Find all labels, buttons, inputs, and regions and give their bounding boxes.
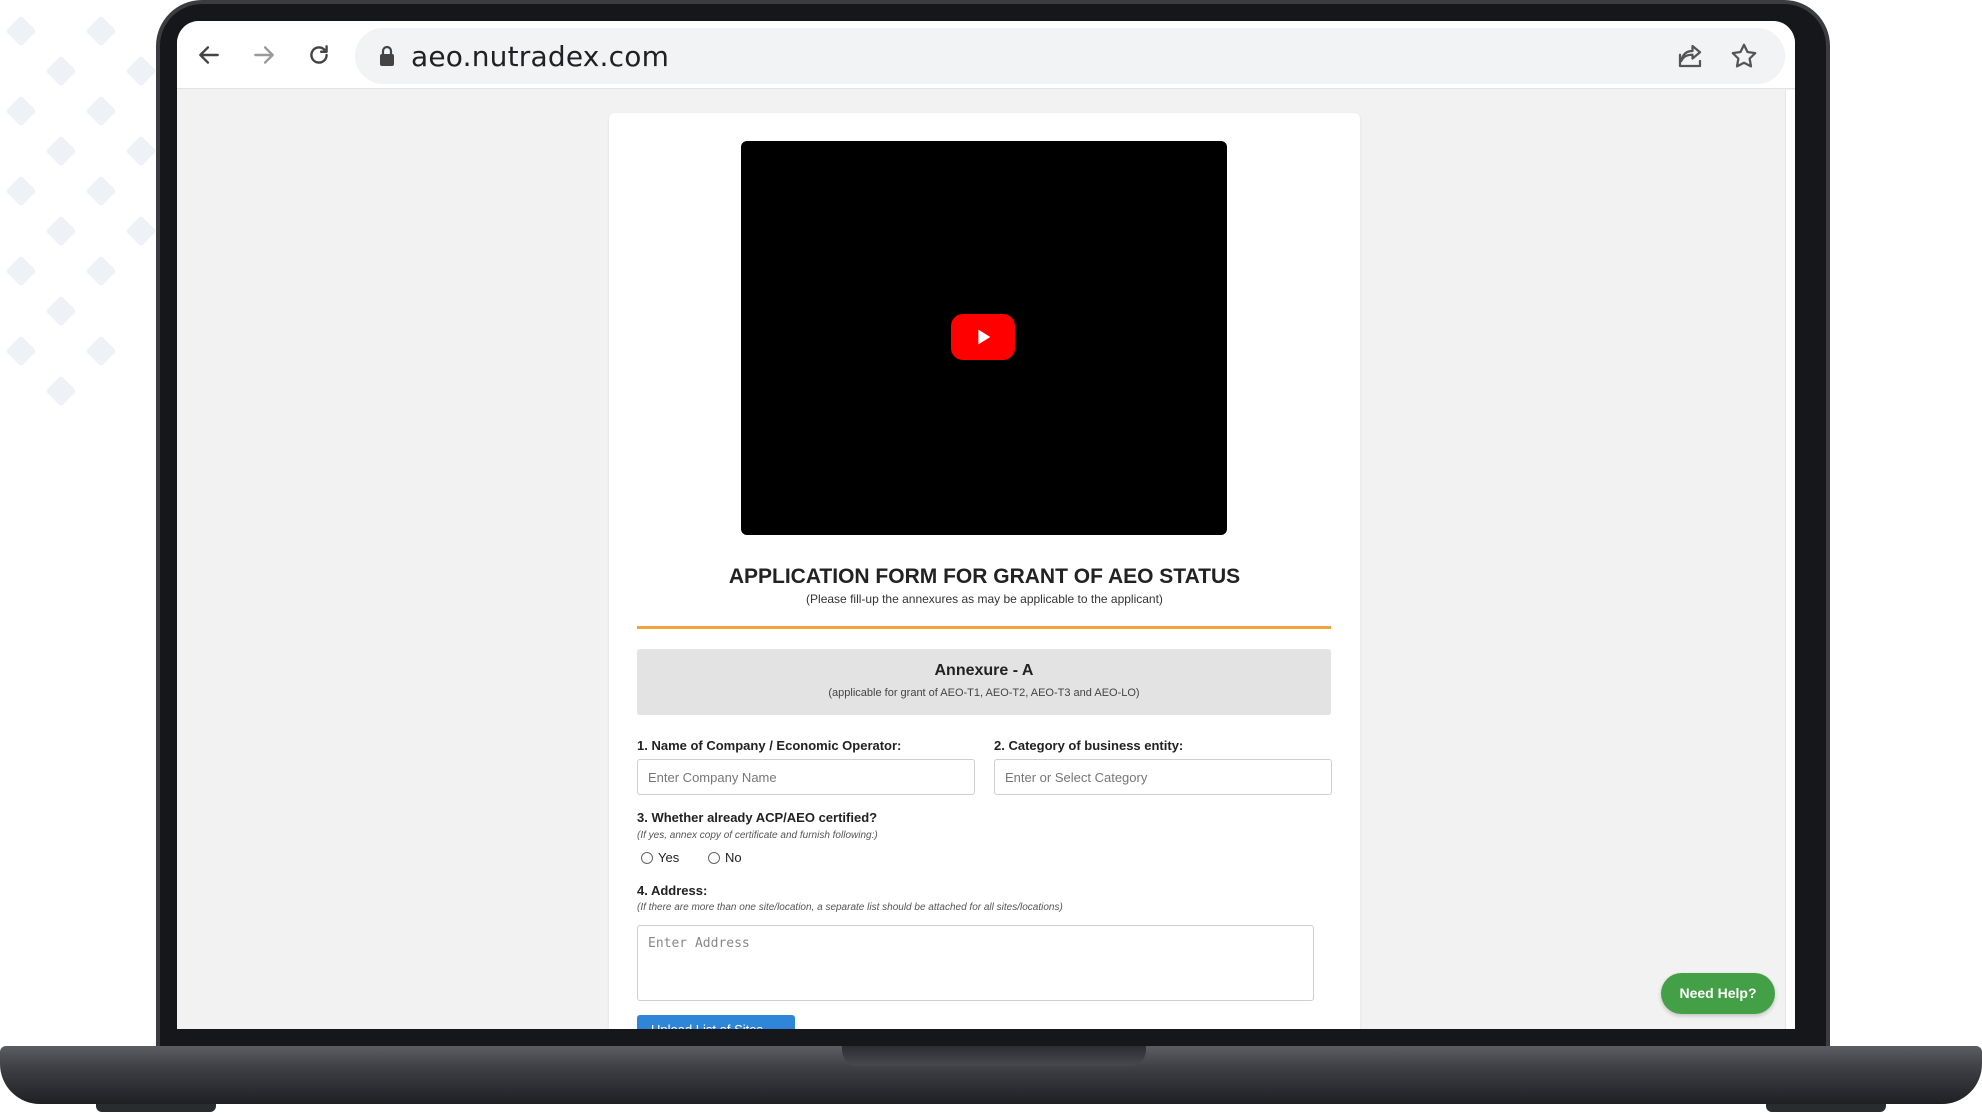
company-name-input[interactable]: Enter Company Name xyxy=(637,759,975,795)
laptop-foot-left xyxy=(96,1104,216,1112)
annexure-header: Annexure - A (applicable for grant of AE… xyxy=(637,649,1331,715)
address-bar[interactable]: aeo.nutradex.com xyxy=(355,28,1785,84)
reload-icon xyxy=(310,45,328,64)
address-note: (If there are more than one site/locatio… xyxy=(637,902,1063,913)
annexure-title: Annexure - A xyxy=(934,662,1034,679)
star-icon[interactable] xyxy=(1729,41,1759,71)
upload-sites-button[interactable]: Upload List of Sites xyxy=(637,1015,795,1029)
browser-toolbar: aeo.nutradex.com xyxy=(177,21,1795,89)
divider xyxy=(637,626,1331,629)
radio-no-circle[interactable] xyxy=(708,851,720,864)
address-label: 4. Address: xyxy=(637,883,708,898)
form-title: APPLICATION FORM FOR GRANT OF AEO STATUS xyxy=(728,565,1241,588)
scrollbar[interactable] xyxy=(1785,90,1795,1029)
certified-note: (If yes, annex copy of certificate and f… xyxy=(637,830,878,841)
address-textarea[interactable]: Enter Address xyxy=(637,925,1314,1001)
reload-button[interactable] xyxy=(299,35,339,75)
radio-no-label: No xyxy=(725,850,742,865)
category-input[interactable]: Enter or Select Category xyxy=(994,759,1332,795)
laptop-base xyxy=(0,1046,1982,1116)
radio-yes-circle[interactable] xyxy=(641,851,653,864)
share-icon[interactable] xyxy=(1675,41,1705,71)
youtube-play-button[interactable] xyxy=(951,314,1015,360)
company-name-label: 1. Name of Company / Economic Operator: xyxy=(637,738,902,753)
need-help-button[interactable]: Need Help? xyxy=(1661,973,1775,1014)
url-text[interactable]: aeo.nutradex.com xyxy=(411,40,669,73)
forward-button[interactable] xyxy=(244,35,284,75)
annexure-subtitle: (applicable for grant of AEO-T1, AEO-T2,… xyxy=(828,687,1140,699)
form-subtitle: (Please fill-up the annexures as may be … xyxy=(806,592,1163,606)
lock-icon xyxy=(380,45,394,66)
category-label: 2. Category of business entity: xyxy=(994,738,1184,753)
radio-yes-label: Yes xyxy=(658,850,680,865)
background-pattern xyxy=(0,0,170,480)
radio-no[interactable]: No xyxy=(708,850,742,865)
certified-label: 3. Whether already ACP/AEO certified? xyxy=(637,810,878,825)
web-page: APPLICATION FORM FOR GRANT OF AEO STATUS… xyxy=(177,90,1795,1029)
form-card: APPLICATION FORM FOR GRANT OF AEO STATUS… xyxy=(609,113,1360,1029)
back-arrow-icon xyxy=(199,46,219,64)
laptop-hinge-notch xyxy=(842,1046,1146,1066)
laptop-foot-right xyxy=(1766,1104,1886,1112)
video-player[interactable] xyxy=(741,141,1227,535)
back-button[interactable] xyxy=(189,35,229,75)
radio-yes[interactable]: Yes xyxy=(641,850,679,865)
forward-arrow-icon xyxy=(254,46,274,64)
laptop-screen: aeo.nutradex.com APPLICATION FORM FOR GR… xyxy=(177,21,1795,1029)
youtube-play-icon xyxy=(978,329,991,345)
